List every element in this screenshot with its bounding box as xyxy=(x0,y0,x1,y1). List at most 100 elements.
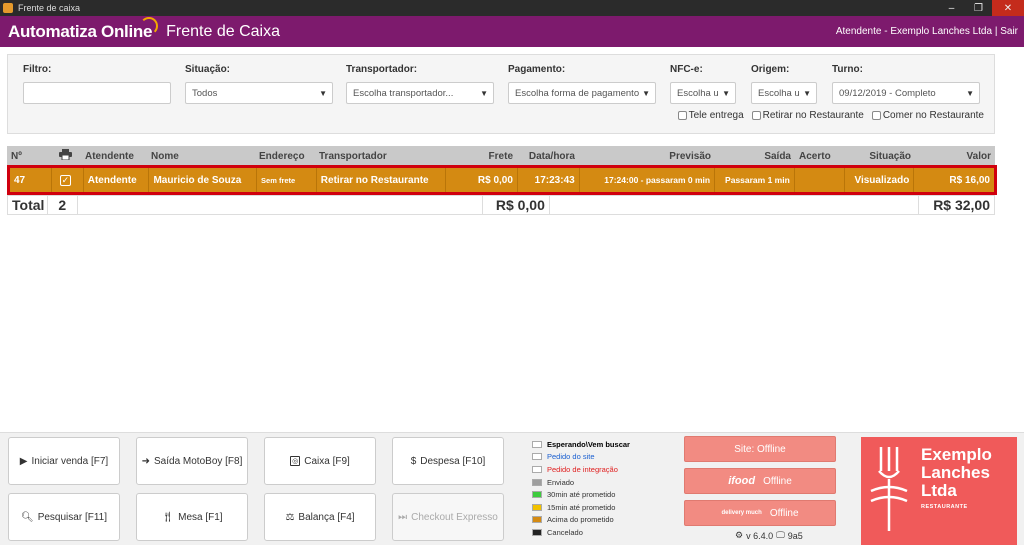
cutlery-icon: 🍴︎ xyxy=(161,511,175,523)
chevron-down-icon: ▼ xyxy=(722,89,730,98)
site-status-button[interactable]: Site: Offline xyxy=(684,436,836,462)
chevron-down-icon: ▼ xyxy=(966,89,974,98)
play-icon: ▶ xyxy=(19,455,28,467)
brand-name: Exemplo Lanches Ltda xyxy=(921,446,992,500)
pagamento-select[interactable]: Escolha forma de pagamento ▼ xyxy=(508,82,656,104)
filter-group-nfce: NFC-e: Escolha u ▼ xyxy=(670,64,736,104)
legend-item: Pedido de integração xyxy=(532,463,630,476)
checkout-expresso-button[interactable]: ⏭︎ Checkout Expresso xyxy=(392,493,504,541)
cell-numero: 47 xyxy=(10,168,52,192)
col-saida[interactable]: Saída xyxy=(715,151,795,162)
col-endereco[interactable]: Endereço xyxy=(255,151,315,162)
app-header: Automatiza Online Frente de Caixa Atende… xyxy=(0,16,1024,47)
check-comer[interactable]: Comer no Restaurante xyxy=(871,110,984,121)
caixa-button[interactable]: ◎ Caixa [F9] xyxy=(264,437,376,485)
delivery-status-button[interactable]: delivery much Offline xyxy=(684,500,836,526)
chevron-down-icon: ▼ xyxy=(480,89,488,98)
filter-group-situacao: Situação: Todos ▼ xyxy=(185,64,333,104)
button-label: Saída MotoBoy [F8] xyxy=(154,455,243,467)
col-valor[interactable]: Valor xyxy=(915,151,995,162)
nfce-select[interactable]: Escolha u ▼ xyxy=(670,82,736,104)
checkbox[interactable] xyxy=(677,111,687,120)
despesa-button[interactable]: $ Despesa [F10] xyxy=(392,437,504,485)
origem-select[interactable]: Escolha u ▼ xyxy=(751,82,817,104)
window-title: Frente de caixa xyxy=(18,3,81,13)
button-label: Caixa [F9] xyxy=(304,455,350,467)
checkbox[interactable] xyxy=(751,111,761,120)
fast-forward-icon: ⏭︎ xyxy=(398,511,408,523)
saida-motoboy-button[interactable]: ➜ Saída MotoBoy [F8] xyxy=(136,437,248,485)
filter-input[interactable] xyxy=(23,82,171,104)
pesquisar-button[interactable]: 🔍︎ Pesquisar [F11] xyxy=(8,493,120,541)
legend-label: Acima do prometido xyxy=(547,515,614,525)
user-logout-link[interactable]: Atendente - Exemplo Lanches Ltda | Sair xyxy=(836,26,1018,37)
col-transportador[interactable]: Transportador xyxy=(315,151,445,162)
cell-nome: Mauricio de Souza xyxy=(149,168,258,192)
total-spacer xyxy=(78,196,483,214)
legend-label: 30min até prometido xyxy=(547,490,616,500)
col-nome[interactable]: Nome xyxy=(147,151,255,162)
cell-frete: R$ 0,00 xyxy=(446,168,518,192)
close-button[interactable]: ✕ xyxy=(992,0,1024,16)
dollar-icon: $ xyxy=(410,455,417,467)
col-frete[interactable]: Frete xyxy=(445,151,517,162)
version-number: v 6.4.0 xyxy=(746,530,774,541)
logo-text: Automatiza Online xyxy=(8,21,153,41)
legend-swatch xyxy=(532,465,542,473)
total-count: 2 xyxy=(48,196,78,214)
situacao-label: Situação: xyxy=(185,64,231,75)
page-title: Frente de Caixa xyxy=(166,22,280,40)
checkmark-icon[interactable]: ✓ xyxy=(59,174,71,186)
total-label: Total xyxy=(8,196,48,214)
check-label: Tele entrega xyxy=(688,110,744,121)
check-label: Retirar no Restaurante xyxy=(762,110,864,121)
cell-valor: R$ 16,00 xyxy=(949,174,990,186)
window-titlebar: Frente de caixa – ❐ ✕ xyxy=(0,0,1024,16)
legend-item: Enviado xyxy=(532,476,630,489)
col-previsao[interactable]: Previsão xyxy=(579,151,715,162)
orders-table: Nº Atendente Nome Endereço Transportador… xyxy=(7,146,997,215)
total-spacer xyxy=(550,196,920,214)
button-label: Mesa [F1] xyxy=(178,511,223,523)
brand-name-line: Ltda xyxy=(921,481,957,500)
cell-situacao: Visualizado xyxy=(845,168,915,192)
col-situacao[interactable]: Situação xyxy=(845,151,915,162)
ifood-status-button[interactable]: ifood Offline xyxy=(684,468,836,494)
table-row[interactable]: 47 ✓ Atendente Mauricio de Souza Sem fre… xyxy=(10,168,994,192)
printer-icon xyxy=(58,149,72,161)
filter-panel: Filtro: Situação: Todos ▼ Transportador:… xyxy=(7,54,995,134)
checkbox[interactable] xyxy=(871,111,881,120)
scale-icon: ⚖ xyxy=(285,511,295,523)
legend-item: Esperando\Vem buscar xyxy=(532,438,630,451)
balanca-button[interactable]: ⚖ Balança [F4] xyxy=(264,493,376,541)
situacao-select[interactable]: Todos ▼ xyxy=(185,82,333,104)
iniciar-venda-button[interactable]: ▶ Iniciar venda [F7] xyxy=(8,437,120,485)
legend-swatch xyxy=(532,440,542,448)
exit-icon: ➜ xyxy=(141,455,150,467)
chevron-down-icon: ▼ xyxy=(642,89,650,98)
brand-panel: Exemplo Lanches Ltda RESTAURANTE xyxy=(861,437,1017,545)
minimize-button[interactable]: – xyxy=(938,0,965,16)
col-numero[interactable]: Nº xyxy=(7,151,49,162)
check-label: Comer no Restaurante xyxy=(882,110,984,121)
transportador-label: Transportador: xyxy=(346,64,418,75)
col-atendente[interactable]: Atendente xyxy=(81,151,147,162)
transportador-select[interactable]: Escolha transportador... ▼ xyxy=(346,82,494,104)
col-print[interactable] xyxy=(49,149,81,163)
delivery-type-checks: Tele entrega Retirar no Restaurante Come… xyxy=(677,110,984,121)
mesa-button[interactable]: 🍴︎ Mesa [F1] xyxy=(136,493,248,541)
origem-label: Origem: xyxy=(751,64,790,75)
cell-print[interactable]: ✓ xyxy=(52,168,84,192)
turno-select[interactable]: 09/12/2019 - Completo ▼ xyxy=(832,82,980,104)
cell-acerto xyxy=(795,168,845,192)
col-datahora[interactable]: Data/hora xyxy=(517,151,579,162)
table-header: Nº Atendente Nome Endereço Transportador… xyxy=(7,146,995,166)
maximize-button[interactable]: ❐ xyxy=(965,0,992,16)
legend-item: 30min até prometido xyxy=(532,488,630,501)
nfce-label: NFC-e: xyxy=(670,64,703,75)
check-tele-entrega[interactable]: Tele entrega xyxy=(677,110,744,121)
legend-label: Esperando\Vem buscar xyxy=(547,439,630,449)
legend-label: Cancelado xyxy=(547,527,583,537)
check-retirar[interactable]: Retirar no Restaurante xyxy=(751,110,864,121)
col-acerto[interactable]: Acerto xyxy=(795,151,845,162)
